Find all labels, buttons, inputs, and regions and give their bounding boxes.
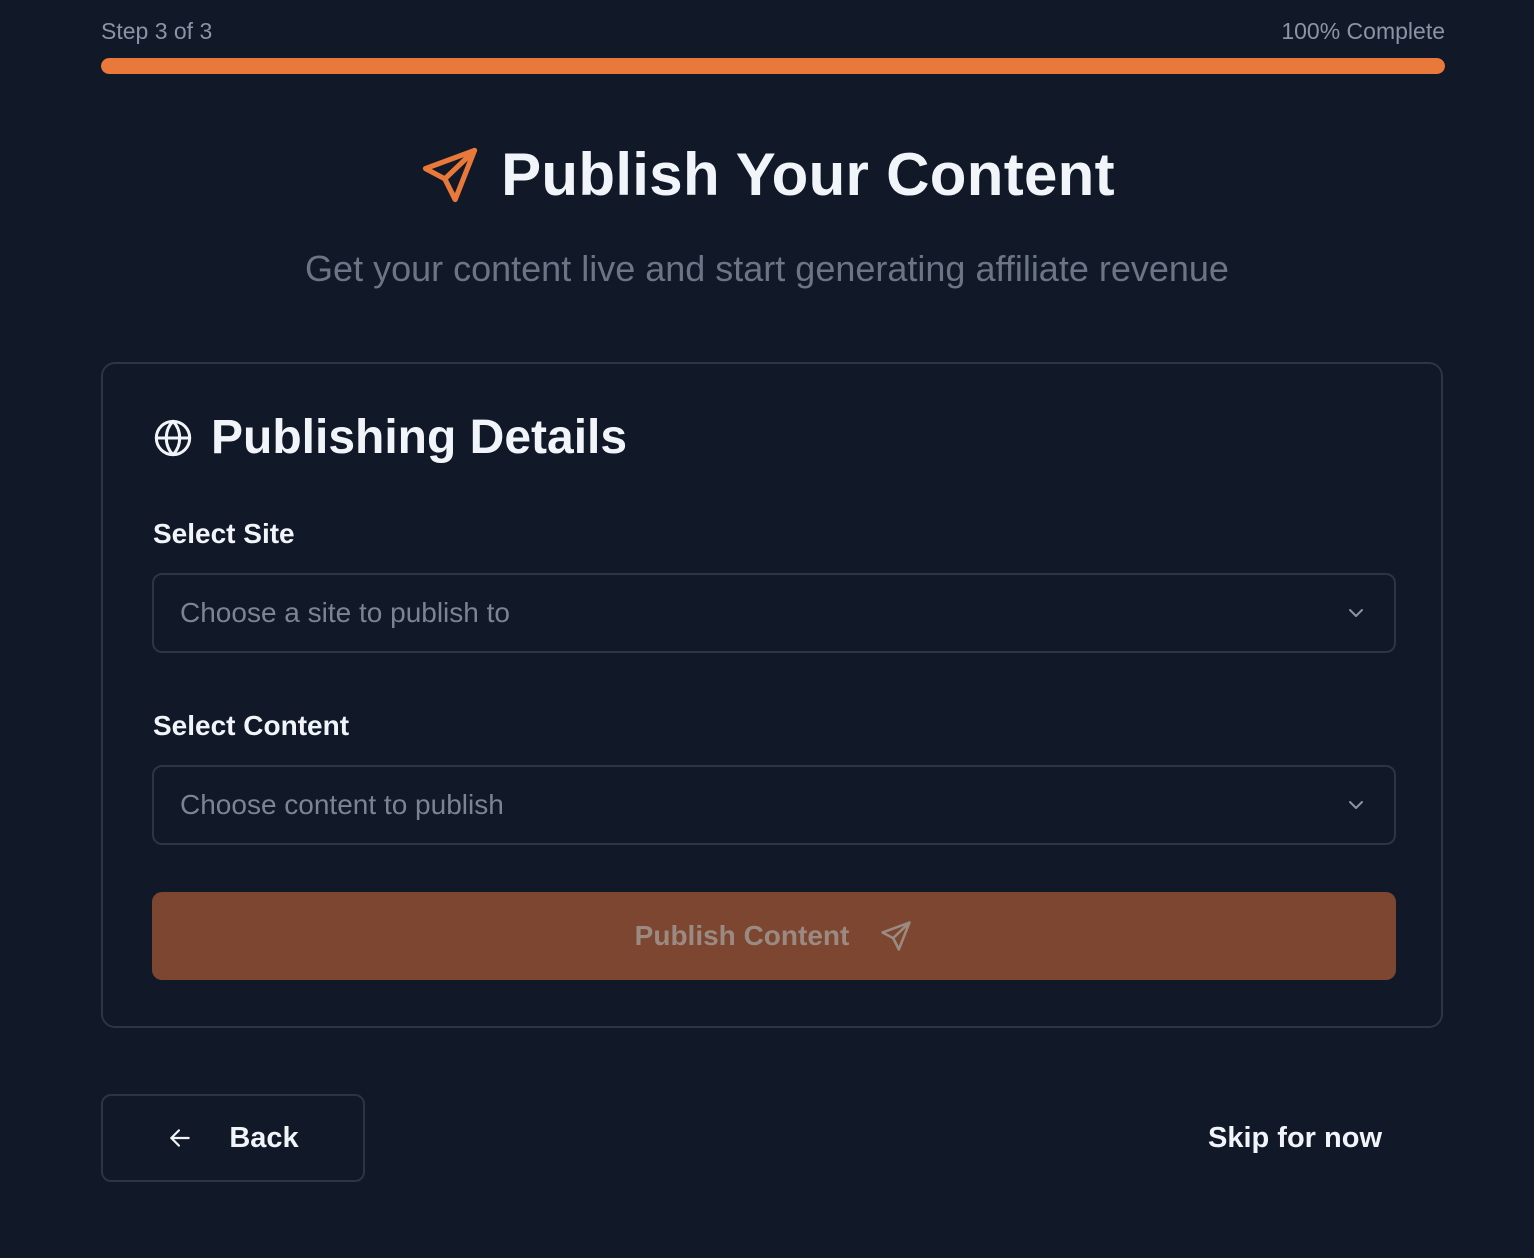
card-header: Publishing Details bbox=[153, 410, 627, 465]
step-indicator: Step 3 of 3 bbox=[101, 18, 213, 44]
progress-bar-fill bbox=[101, 58, 1445, 74]
publish-button-label: Publish Content bbox=[634, 920, 850, 951]
page-subtitle: Get your content live and start generati… bbox=[305, 248, 1229, 289]
progress-bar bbox=[101, 58, 1445, 74]
arrow-left-icon bbox=[167, 1125, 193, 1151]
card-title: Publishing Details bbox=[211, 411, 628, 464]
select-content-label: Select Content bbox=[153, 710, 350, 741]
onboarding-publish-page: Step 3 of 3 100% Complete Publish Your C… bbox=[0, 0, 1534, 1258]
skip-for-now-button[interactable]: Skip for now bbox=[1190, 1094, 1400, 1182]
globe-icon bbox=[153, 418, 193, 458]
skip-button-label: Skip for now bbox=[1208, 1121, 1382, 1154]
select-site-placeholder: Choose a site to publish to bbox=[180, 597, 510, 628]
publish-content-button[interactable]: Publish Content bbox=[152, 892, 1396, 980]
send-icon bbox=[419, 144, 481, 206]
page-title: Publish Your Content bbox=[501, 141, 1115, 208]
progress-meta: Step 3 of 3 100% Complete bbox=[101, 18, 1445, 45]
select-content-placeholder: Choose content to publish bbox=[180, 789, 504, 820]
publishing-details-card: Publishing Details Select Site Choose a … bbox=[101, 362, 1443, 1028]
select-site-label: Select Site bbox=[153, 518, 295, 549]
chevron-down-icon bbox=[1344, 793, 1368, 817]
page-heading: Publish Your Content bbox=[0, 140, 1534, 209]
completion-percent: 100% Complete bbox=[1281, 18, 1445, 44]
back-button-label: Back bbox=[229, 1121, 299, 1154]
chevron-down-icon bbox=[1344, 601, 1368, 625]
back-button[interactable]: Back bbox=[101, 1094, 365, 1182]
select-content-dropdown[interactable]: Choose content to publish bbox=[152, 765, 1396, 845]
send-icon bbox=[879, 919, 913, 953]
select-site-dropdown[interactable]: Choose a site to publish to bbox=[152, 573, 1396, 653]
